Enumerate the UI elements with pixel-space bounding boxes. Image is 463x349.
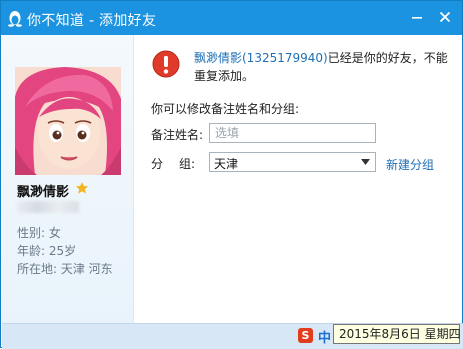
- main-content: 飘渺倩影(1325179940)已经是你的好友，不能重复添加。 你可以修改备注姓…: [134, 35, 462, 323]
- sogou-ime-icon[interactable]: S 中: [298, 327, 334, 346]
- group-selected-value: 天津: [214, 157, 239, 171]
- age-label: 年龄: 25岁: [17, 244, 77, 258]
- location-label: 所在地: 天津 河东: [17, 262, 113, 276]
- friend-name-link[interactable]: 飘渺倩影(1325179940): [194, 51, 328, 65]
- group-select[interactable]: 天津: [209, 152, 376, 172]
- ime-logo: S: [298, 328, 313, 343]
- close-button[interactable]: [433, 6, 457, 28]
- error-message: 飘渺倩影(1325179940)已经是你的好友，不能重复添加。: [194, 49, 452, 85]
- minimize-button[interactable]: [405, 6, 429, 28]
- error-icon: [152, 50, 180, 78]
- qq-penguin-icon: [8, 11, 22, 27]
- window-title: 你不知道 - 添加好友: [27, 13, 157, 29]
- group-label-second: 组:: [179, 157, 196, 171]
- nickname: 飘渺倩影: [17, 185, 70, 200]
- blurred-account-id: [17, 201, 79, 213]
- cartoon-girl-avatar: [15, 67, 121, 175]
- profile-panel: 飘渺倩影 性别: 女 年龄: 25岁 所在地: 天津 河东: [2, 35, 134, 323]
- ime-mode-indicator[interactable]: 中: [318, 327, 331, 346]
- star-icon: [76, 182, 88, 194]
- title-bar[interactable]: 你不知道 - 添加好友: [1, 1, 462, 35]
- group-label-first: 分: [151, 157, 164, 171]
- chevron-down-icon: [361, 159, 370, 165]
- minimize-icon: [412, 17, 422, 19]
- avatar[interactable]: [15, 67, 121, 175]
- gender-label: 性别: 女: [17, 226, 61, 240]
- remark-name-input[interactable]: [209, 123, 376, 143]
- date-tooltip: 2015年8月6日 星期四: [333, 324, 461, 344]
- new-group-link[interactable]: 新建分组: [386, 156, 434, 173]
- remark-name-label: 备注姓名:: [151, 128, 204, 142]
- add-friend-window: 你不知道 - 添加好友 飘渺倩影 性别: 女 年龄: 25岁 所在地: 天津 河…: [0, 0, 463, 349]
- close-icon: [439, 11, 451, 23]
- edit-prompt: 你可以修改备注姓名和分组:: [151, 102, 300, 116]
